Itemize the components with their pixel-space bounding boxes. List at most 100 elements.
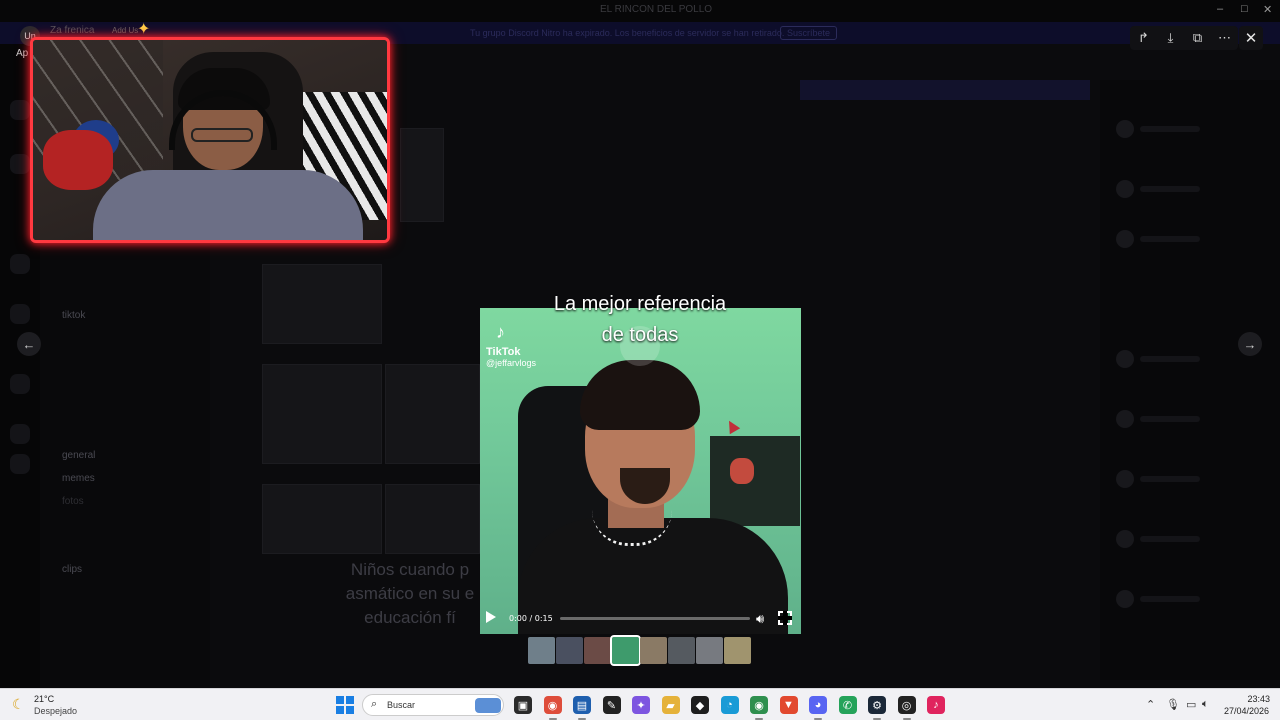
server-icon[interactable] (10, 304, 30, 324)
nitro-banner-button[interactable]: Suscríbete (780, 26, 838, 40)
volume-icon[interactable]: 🔊︎ (756, 611, 764, 627)
chat-image[interactable] (262, 364, 382, 464)
fullscreen-icon[interactable] (778, 611, 792, 625)
channel-item[interactable]: general (62, 450, 95, 461)
channel-item[interactable]: tiktok (62, 310, 85, 321)
channel-item[interactable]: fotos (62, 496, 84, 507)
window-close-button[interactable]: ✕ (1263, 3, 1272, 16)
video-controls: 0:00 / 0:15 🔊︎ (480, 605, 801, 633)
search-highlight-image (475, 698, 501, 713)
moon-icon[interactable]: ☾ (12, 696, 25, 713)
background-meme-caption: Niños cuando p asmático en su e educació… (345, 560, 475, 627)
nitro-banner-text: Tu grupo Discord Nitro ha expirado. Los … (470, 28, 785, 38)
brave-icon[interactable]: ▼ (779, 696, 798, 714)
channel-item[interactable]: clips (62, 564, 82, 575)
member-avatar[interactable] (1116, 470, 1134, 488)
microphone-icon[interactable]: 🎙︎ (1166, 698, 1180, 711)
server-icon[interactable] (10, 100, 30, 120)
desktop: EL RINCON DEL POLLO – □ ✕ Tu grupo Disco… (0, 0, 1280, 720)
explorer-app-icon[interactable]: ▤ (573, 696, 591, 714)
chat-image[interactable] (385, 484, 480, 554)
video-progress-bar[interactable] (560, 617, 750, 620)
member-avatar[interactable] (1116, 120, 1134, 138)
server-icon[interactable] (10, 454, 30, 474)
member-avatar[interactable] (1116, 230, 1134, 248)
media-thumbnail[interactable] (668, 637, 695, 664)
network-icon[interactable]: ▭ (1186, 698, 1196, 711)
glasses (191, 128, 253, 142)
side-text: Ap (16, 48, 29, 59)
open-external-icon[interactable]: ⧉ (1188, 28, 1208, 48)
sparkle-icon: ✦ (137, 21, 151, 38)
maximize-button[interactable]: □ (1241, 3, 1248, 15)
member-list (1100, 80, 1280, 680)
cursor-icon (723, 417, 741, 435)
volume-tray-icon[interactable]: 🔈︎ (1202, 698, 1209, 711)
streamer-name: Za frenica (50, 25, 95, 36)
previous-media-button[interactable]: ← (17, 332, 41, 356)
chat-image[interactable] (262, 484, 382, 554)
clock-time[interactable]: 23:43 (1240, 694, 1270, 704)
member-avatar[interactable] (1116, 410, 1134, 428)
member-avatar[interactable] (1116, 180, 1134, 198)
weather-desc[interactable]: Despejado (34, 706, 77, 716)
caption-line-2: de todas (601, 324, 679, 346)
binance-icon[interactable]: ◆ (691, 696, 709, 714)
viewer-toolbar: ↱ ⤓ ⧉ ⋯ (1130, 26, 1238, 50)
media-thumbnail[interactable] (724, 637, 751, 664)
chrome-icon[interactable]: ◉ (543, 696, 562, 714)
server-icon[interactable] (10, 254, 30, 274)
minimize-button[interactable]: – (1217, 3, 1223, 15)
plush-toy (43, 130, 113, 190)
search-input[interactable]: ⌕ Buscar (362, 694, 504, 716)
forward-icon[interactable]: ↱ (1134, 28, 1154, 48)
media-thumbnail-strip (528, 635, 752, 666)
download-icon[interactable]: ⤓ (1161, 28, 1181, 48)
notes-icon[interactable]: ✎ (602, 696, 621, 714)
chevron-up-icon[interactable]: ⌃ (1146, 698, 1155, 711)
edge-icon[interactable]: ◔ (720, 696, 739, 714)
files-icon[interactable]: ▰ (661, 696, 680, 714)
media-thumbnail[interactable] (528, 637, 555, 664)
chat-header-bar (800, 80, 1090, 100)
server-icon[interactable] (10, 424, 30, 444)
taskview-icon[interactable]: ▣ (514, 696, 532, 714)
clock-date[interactable]: 27/04/2026 (1224, 706, 1269, 716)
next-media-button[interactable]: → (1238, 332, 1262, 356)
obs-icon[interactable]: ◎ (897, 696, 916, 714)
server-icon[interactable] (10, 154, 30, 174)
tiktok-username: @jeffarvlogs (486, 358, 536, 368)
search-placeholder: Buscar (387, 700, 416, 710)
search-icon: ⌕ (371, 698, 378, 710)
copilot-icon[interactable]: ✦ (632, 696, 650, 714)
more-options-icon[interactable]: ⋯ (1215, 28, 1235, 48)
server-icon[interactable] (10, 374, 30, 394)
play-button[interactable] (486, 611, 496, 623)
chat-image[interactable] (385, 364, 480, 464)
media-thumbnail[interactable] (556, 637, 583, 664)
taskbar: ☾ 21°C Despejado ⌕ Buscar ▣ ◉ ▤ ✎ ✦ ▰ ◆ ◔ ◉ ▼ ◕ ✆ ⚙ ◎… (0, 688, 1280, 720)
caption-line-1: La mejor referencia (553, 293, 727, 315)
video-time: 0:00 / 0:15 (509, 614, 553, 623)
media-thumbnail[interactable] (696, 637, 723, 664)
media-thumbnail[interactable] (584, 637, 611, 664)
window-titlebar: EL RINCON DEL POLLO – □ ✕ (0, 0, 1280, 22)
media-thumbnail[interactable] (610, 635, 641, 666)
video-caption: La mejor referencia de todas (500, 289, 780, 351)
member-avatar[interactable] (1116, 350, 1134, 368)
chat-image[interactable] (262, 264, 382, 344)
chrome-alt-icon[interactable]: ◉ (750, 696, 768, 714)
weather-temp[interactable]: 21°C (34, 694, 54, 704)
whatsapp-icon[interactable]: ✆ (838, 696, 857, 714)
member-avatar[interactable] (1116, 530, 1134, 548)
media-thumbnail[interactable] (640, 637, 667, 664)
steam-icon[interactable]: ⚙ (868, 696, 886, 714)
video-player[interactable]: ♪ TikTok @jeffarvlogs (480, 308, 801, 634)
tiktok-icon[interactable]: ♪ (927, 696, 945, 714)
close-viewer-button[interactable]: ✕ (1239, 26, 1263, 50)
chat-image[interactable] (400, 128, 444, 222)
member-avatar[interactable] (1116, 590, 1134, 608)
discord-icon[interactable]: ◕ (809, 696, 827, 714)
start-button[interactable] (336, 696, 354, 714)
channel-item[interactable]: memes (62, 473, 95, 484)
